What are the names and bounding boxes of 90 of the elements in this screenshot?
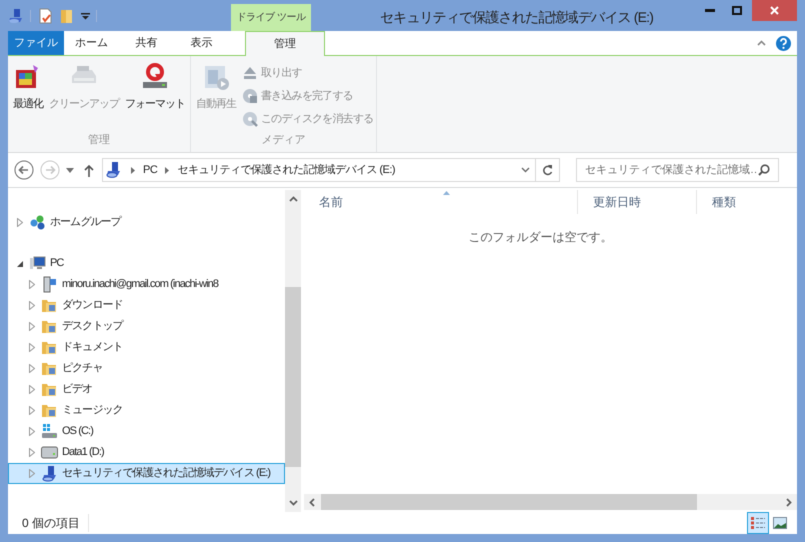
up-icon[interactable] bbox=[84, 164, 94, 176]
chevron-up-icon bbox=[288, 196, 298, 202]
breadcrumb[interactable]: PC bbox=[143, 162, 158, 178]
eject-icon bbox=[242, 65, 258, 81]
tree-item[interactable]: ドキュメント bbox=[8, 337, 285, 358]
window-title: セキュリティで保護された記憶域デバイス (E:) bbox=[378, 8, 654, 27]
ribbon-tab[interactable]: 表示 bbox=[174, 31, 229, 55]
ribbon-tab[interactable]: ファイル bbox=[8, 31, 64, 55]
group-label: 管理 bbox=[88, 133, 110, 148]
tree-item[interactable]: ピクチャ bbox=[8, 358, 285, 379]
tree-item[interactable]: ホームグループ bbox=[8, 212, 285, 233]
close-button[interactable] bbox=[752, 0, 797, 21]
tree-item[interactable]: OS (C:) bbox=[8, 421, 285, 442]
tree-item[interactable]: ミュージック bbox=[8, 400, 285, 421]
dropdown-icon[interactable] bbox=[81, 12, 90, 20]
drive-icon bbox=[41, 444, 58, 461]
folder-icon bbox=[41, 360, 58, 377]
context-tab-header: ドライブ ツール bbox=[231, 4, 311, 31]
tree-item[interactable]: minoru.inachi@gmail.com (inachi-win8 bbox=[8, 274, 285, 295]
disc-icon bbox=[242, 88, 258, 104]
tree-item[interactable]: PC bbox=[8, 253, 285, 274]
status-text: 0 個の項目 bbox=[22, 514, 90, 532]
minimize-icon bbox=[704, 8, 714, 12]
tree-item[interactable]: Data1 (D:) bbox=[8, 442, 285, 463]
search-icon[interactable] bbox=[758, 164, 770, 176]
tree-item[interactable]: ビデオ bbox=[8, 379, 285, 400]
collapsed-icon[interactable] bbox=[29, 280, 35, 289]
image-icon bbox=[773, 517, 787, 529]
maximize-icon bbox=[732, 6, 742, 14]
collapsed-icon[interactable] bbox=[29, 406, 35, 415]
collapsed-icon[interactable] bbox=[29, 364, 35, 373]
tree-item[interactable]: ダウンロード bbox=[8, 295, 285, 316]
help-icon[interactable] bbox=[776, 36, 791, 50]
folder-icon[interactable] bbox=[59, 8, 75, 24]
back-icon[interactable] bbox=[14, 160, 34, 180]
folder-icon bbox=[41, 402, 58, 419]
device-icon bbox=[105, 161, 123, 179]
ribbon-tab[interactable]: 共有 bbox=[119, 31, 174, 55]
breadcrumb[interactable]: セキュリティで保護された記憶域デバイス (E:) bbox=[177, 162, 396, 178]
column-header[interactable]: 名前 bbox=[304, 190, 577, 214]
ribbon-button[interactable]: 最適化 bbox=[11, 62, 45, 112]
computer-icon bbox=[29, 255, 46, 272]
collapsed-icon[interactable] bbox=[29, 469, 35, 478]
tree-item[interactable]: デスクトップ bbox=[8, 316, 285, 337]
folder-icon bbox=[41, 381, 58, 398]
disc-icon bbox=[242, 111, 258, 127]
sort-ascending-icon bbox=[443, 191, 450, 195]
drive-icon[interactable] bbox=[8, 8, 24, 24]
chevron-right-icon bbox=[131, 166, 135, 174]
dropdown-icon[interactable] bbox=[66, 168, 74, 172]
ribbon-button[interactable]: フォーマット bbox=[123, 62, 187, 112]
server-icon bbox=[41, 276, 58, 293]
chevron-right-icon bbox=[165, 166, 170, 174]
details-list-icon bbox=[751, 517, 765, 529]
network-icon bbox=[29, 214, 46, 231]
scrollbar-thumb[interactable] bbox=[285, 287, 301, 467]
ribbon-tab[interactable]: 管理 bbox=[245, 31, 325, 56]
scrollbar[interactable] bbox=[304, 494, 797, 510]
collapsed-icon[interactable] bbox=[29, 385, 35, 394]
collapsed-icon[interactable] bbox=[17, 218, 23, 227]
empty-folder-message: このフォルダーは空です。 bbox=[468, 229, 614, 246]
collapsed-icon[interactable] bbox=[29, 343, 35, 352]
folder-icon bbox=[41, 318, 58, 335]
search-field[interactable]: セキュリティで保護された記憶域… bbox=[576, 158, 779, 182]
device-icon bbox=[41, 465, 58, 482]
column-header[interactable]: 種類 bbox=[696, 190, 786, 214]
close-icon bbox=[770, 6, 779, 15]
dropdown-icon[interactable] bbox=[521, 167, 530, 173]
group-label: メディア bbox=[262, 133, 306, 148]
collapse-ribbon-icon[interactable] bbox=[757, 40, 766, 46]
chevron-right-icon bbox=[786, 498, 792, 506]
folder-icon bbox=[41, 339, 58, 356]
address-bar[interactable]: PC セキュリティで保護された記憶域デバイス (E:) bbox=[102, 158, 560, 182]
scrollbar-thumb[interactable] bbox=[321, 494, 697, 510]
collapsed-icon[interactable] bbox=[29, 448, 35, 457]
collapsed-icon[interactable] bbox=[29, 427, 35, 436]
chevron-left-icon bbox=[309, 498, 315, 506]
refresh-icon bbox=[542, 164, 553, 176]
expanded-icon[interactable] bbox=[17, 260, 23, 266]
tree-item[interactable]: セキュリティで保護された記憶域デバイス (E:) bbox=[8, 463, 285, 484]
chevron-down-icon bbox=[288, 500, 298, 506]
collapsed-icon[interactable] bbox=[29, 301, 35, 310]
collapsed-icon[interactable] bbox=[29, 322, 35, 331]
scrollbar[interactable] bbox=[285, 190, 301, 512]
column-header[interactable]: 更新日時 bbox=[577, 190, 696, 214]
ribbon-tab[interactable]: ホーム bbox=[64, 31, 119, 55]
drive-icon bbox=[41, 423, 58, 440]
folder-icon bbox=[41, 297, 58, 314]
details-view-button[interactable] bbox=[747, 512, 769, 534]
properties-icon[interactable] bbox=[37, 8, 53, 24]
